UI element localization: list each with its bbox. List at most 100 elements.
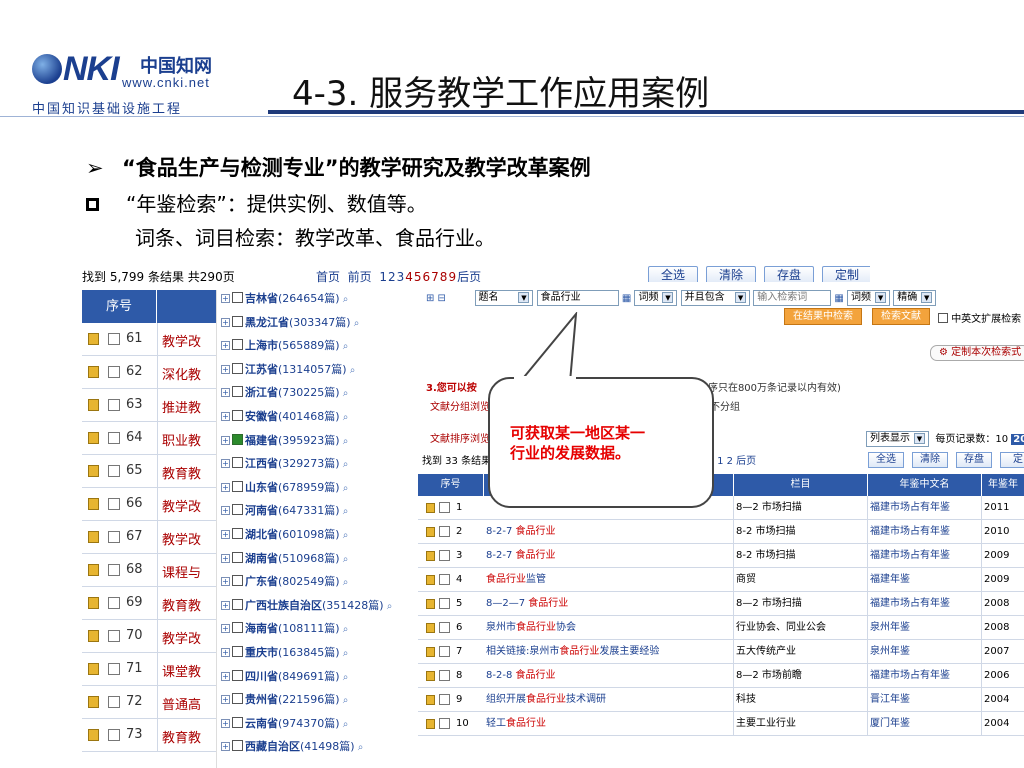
entry-title-link[interactable]: 8-2-7 食品行业	[484, 520, 734, 544]
magnifier-icon[interactable]: ⌕	[340, 412, 349, 423]
expand-plus-icon[interactable]: +	[221, 530, 230, 539]
expand-plus-icon[interactable]: +	[221, 388, 230, 398]
expand-plus-icon[interactable]: +	[221, 553, 230, 563]
province-item[interactable]: + 黑龙江省(303347篇) ⌕	[221, 314, 359, 334]
province-checkbox[interactable]	[232, 646, 243, 657]
province-checkbox[interactable]	[232, 551, 243, 563]
province-item[interactable]: + 湖北省(601098篇) ⌕	[221, 526, 348, 546]
row-title-link[interactable]: 教学改	[162, 331, 201, 350]
magnifier-icon[interactable]: ⌕	[340, 436, 349, 447]
province-item[interactable]: + 广西壮族自治区(351428篇) ⌕	[221, 597, 392, 617]
magnifier-icon[interactable]: ⌕	[340, 483, 349, 494]
freq-icon[interactable]: ▦	[622, 293, 631, 304]
expand-plus-icon[interactable]: +	[221, 718, 230, 728]
table-row[interactable]: 72 普通高	[82, 686, 232, 719]
row-checkbox[interactable]	[108, 465, 120, 477]
province-checkbox[interactable]	[232, 362, 243, 374]
table-row[interactable]: 71 课堂教	[82, 653, 232, 686]
expand-plus-icon[interactable]: +	[221, 600, 230, 610]
row-checkbox[interactable]	[439, 550, 450, 561]
magnifier-icon[interactable]: ⌕	[340, 648, 349, 659]
row-checkbox[interactable]	[439, 646, 450, 657]
freq-select[interactable]: 词频 ▼	[634, 290, 678, 306]
row-title-link[interactable]: 课堂教	[162, 661, 201, 680]
table-row[interactable]: 2 8-2-7 食品行业 8-2 市场扫描 福建市场占有年鉴 2010	[418, 520, 1024, 544]
entry-title-link[interactable]: 8-2-8 食品行业	[484, 664, 734, 688]
entry-yearbook-link[interactable]: 泉州年鉴	[868, 640, 982, 664]
magnifier-icon[interactable]: ⌕	[340, 695, 349, 706]
magnifier-icon[interactable]: ⌕	[340, 672, 349, 683]
entry-yearbook-link[interactable]: 泉州年鉴	[868, 616, 982, 640]
province-name[interactable]: 安徽省	[245, 410, 278, 423]
province-item[interactable]: + 浙江省(730225篇) ⌕	[221, 384, 348, 404]
expand-plus-icon[interactable]: +	[221, 459, 230, 469]
magnifier-icon[interactable]: ⌕	[347, 365, 356, 376]
row-checkbox[interactable]	[108, 630, 120, 642]
row-checkbox[interactable]	[108, 696, 120, 708]
province-item[interactable]: + 山东省(678959篇) ⌕	[221, 479, 348, 499]
magnifier-icon[interactable]: ⌕	[340, 388, 349, 399]
pager-page-1[interactable]: 1	[379, 270, 387, 284]
expand-plus-icon[interactable]: +	[221, 742, 230, 752]
row-checkbox[interactable]	[439, 718, 450, 729]
province-item[interactable]: + 福建省(395923篇) ⌕	[221, 432, 348, 452]
search-in-results-button[interactable]: 在结果中检索	[784, 308, 862, 325]
province-checkbox[interactable]	[232, 716, 243, 728]
province-checkbox[interactable]	[232, 598, 243, 610]
table-row[interactable]: 67 教学改	[82, 521, 232, 554]
province-name[interactable]: 河南省	[245, 504, 278, 517]
yb-clear-button[interactable]: 清除	[912, 452, 948, 468]
row-checkbox[interactable]	[108, 399, 120, 411]
province-checkbox[interactable]	[232, 292, 243, 303]
province-item[interactable]: + 江苏省(1314057篇) ⌕	[221, 361, 355, 381]
entry-title-link[interactable]: 相关链接:泉州市食品行业发展主要经验	[484, 640, 734, 664]
table-row[interactable]: 5 8—2—7 食品行业 8—2 市场扫描 福建市场占有年鉴 2008	[418, 592, 1024, 616]
province-name[interactable]: 贵州省	[245, 693, 278, 706]
row-checkbox[interactable]	[108, 729, 120, 741]
table-row[interactable]: 68 课程与	[82, 554, 232, 587]
row-checkbox[interactable]	[439, 574, 450, 585]
table-row[interactable]: 3 8-2-7 食品行业 8-2 市场扫描 福建市场占有年鉴 2009	[418, 544, 1024, 568]
pager-prev[interactable]: 前页	[348, 270, 372, 284]
keyword-input[interactable]: 输入检索词	[753, 290, 832, 306]
entry-yearbook-link[interactable]: 福建市场占有年鉴	[868, 496, 982, 520]
field-value-input[interactable]: 食品行业	[536, 290, 619, 306]
row-checkbox[interactable]	[439, 502, 450, 513]
row-title-link[interactable]: 教学改	[162, 628, 201, 647]
freq-icon-2[interactable]: ▦	[834, 293, 843, 304]
province-item[interactable]: + 安徽省(401468篇) ⌕	[221, 408, 348, 428]
logic-select[interactable]: 并且包含 ▼	[680, 290, 751, 306]
province-name[interactable]: 广西壮族自治区	[245, 599, 322, 612]
row-checkbox[interactable]	[108, 333, 120, 345]
province-name[interactable]: 浙江省	[245, 386, 278, 399]
province-name[interactable]: 江苏省	[245, 363, 278, 376]
table-row[interactable]: 61 教学改	[82, 323, 232, 356]
entry-title-link[interactable]: 组织开展食品行业技术调研	[484, 688, 734, 712]
magnifier-icon[interactable]: ⌕	[355, 742, 364, 753]
province-item[interactable]: + 湖南省(510968篇) ⌕	[221, 550, 348, 570]
table-row[interactable]: 9 组织开展食品行业技术调研 科技 晋江年鉴 2004	[418, 688, 1024, 712]
entry-title-link[interactable]: 轻工食品行业	[484, 712, 734, 736]
ext-search-option[interactable]: 中英文扩展检索	[938, 310, 1021, 325]
province-name[interactable]: 广东省	[245, 575, 278, 588]
province-item[interactable]: + 广东省(802549篇) ⌕	[221, 573, 348, 593]
row-checkbox[interactable]	[108, 597, 120, 609]
table-row[interactable]: 10 轻工食品行业 主要工业行业 厦门年鉴 2004	[418, 712, 1024, 736]
table-row[interactable]: 7 相关链接:泉州市食品行业发展主要经验 五大传统产业 泉州年鉴 2007	[418, 640, 1024, 664]
view-select[interactable]: 列表显示 ▼	[866, 431, 929, 447]
magnifier-icon[interactable]: ⌕	[340, 577, 349, 588]
entry-yearbook-link[interactable]: 福建市场占有年鉴	[868, 520, 982, 544]
province-name[interactable]: 重庆市	[245, 646, 278, 659]
entry-title-link[interactable]: 8-2-7 食品行业	[484, 544, 734, 568]
row-title-link[interactable]: 深化教	[162, 364, 201, 383]
province-checkbox[interactable]	[232, 339, 243, 351]
magnifier-icon[interactable]: ⌕	[340, 554, 349, 565]
province-item[interactable]: + 云南省(974370篇) ⌕	[221, 715, 348, 735]
magnifier-icon[interactable]: ⌕	[340, 530, 349, 541]
expand-plus-icon[interactable]: +	[221, 695, 230, 705]
pager-page-2[interactable]: 2	[388, 270, 396, 284]
table-row[interactable]: 73 教育教	[82, 719, 232, 752]
province-name[interactable]: 海南省	[245, 622, 278, 635]
magnifier-icon[interactable]: ⌕	[340, 459, 349, 470]
province-item[interactable]: + 上海市(565889篇) ⌕	[221, 337, 348, 357]
